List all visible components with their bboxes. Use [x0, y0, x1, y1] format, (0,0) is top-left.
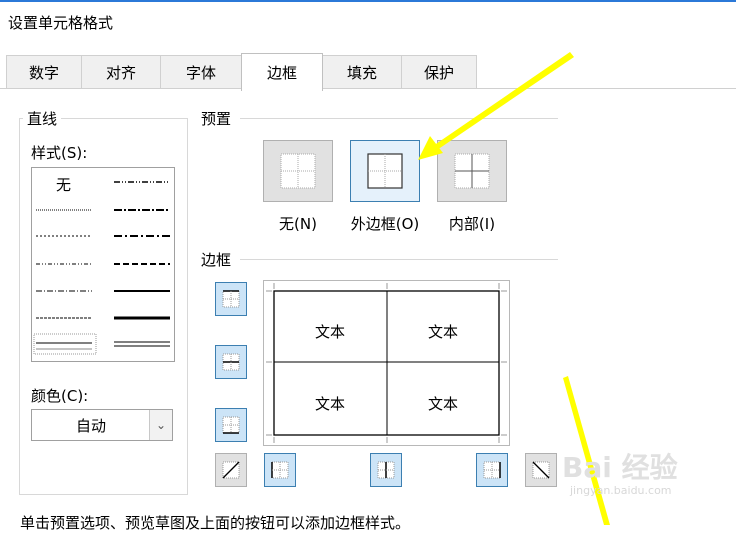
tab-fill[interactable]: 填充: [322, 55, 402, 89]
color-select[interactable]: 自动 ⌄: [31, 409, 173, 441]
watermark-url: jingyan.baidu.com: [570, 484, 672, 497]
border-divider: [240, 259, 558, 260]
color-select-value: 自动: [75, 416, 106, 435]
border-right-icon: [483, 461, 501, 479]
tab-protection[interactable]: 保护: [401, 55, 477, 89]
border-bottom-icon: [222, 416, 240, 434]
diagonal-down-icon: [532, 461, 550, 479]
border-top-button[interactable]: [215, 282, 247, 316]
preset-outline-label: 外边框(O): [350, 215, 420, 233]
border-inside-vertical-button[interactable]: [370, 453, 402, 487]
border-inside-horizontal-icon: [222, 353, 240, 371]
border-preview[interactable]: 文本 文本 文本 文本: [263, 280, 510, 446]
border-top-icon: [222, 290, 240, 308]
watermark-text: Bai 经验: [562, 451, 678, 484]
preset-none-button[interactable]: [263, 140, 333, 202]
tab-bar: 数字 对齐 字体 边框 填充 保护: [0, 53, 736, 91]
style-label: 样式(S):: [31, 142, 87, 163]
preview-grid[interactable]: [264, 281, 509, 445]
border-right-button[interactable]: [476, 453, 508, 487]
line-group-label: 直线: [23, 108, 62, 129]
preview-cell-text: 文本: [427, 395, 458, 413]
preview-cell-text: 文本: [427, 323, 458, 341]
line-style-samples[interactable]: [32, 168, 174, 361]
tab-alignment[interactable]: 对齐: [81, 55, 161, 89]
preset-none-icon: [280, 153, 316, 189]
border-inside-vertical-icon: [377, 461, 395, 479]
hint-text: 单击预置选项、预览草图及上面的按钮可以添加边框样式。: [20, 514, 411, 532]
color-label: 颜色(C):: [31, 387, 89, 405]
preview-cell-text: 文本: [314, 395, 345, 413]
border-diagonal-up-button[interactable]: [215, 453, 247, 487]
preset-outline-button[interactable]: [350, 140, 420, 202]
presets-divider: [240, 118, 558, 119]
diagonal-up-icon: [222, 461, 240, 479]
preset-outline-icon: [367, 153, 403, 189]
border-group-label: 边框: [197, 249, 236, 270]
preview-cell-text: 文本: [314, 323, 345, 341]
style-label-text: 样式(S):: [31, 144, 88, 162]
watermark-logo: Bai 经验: [562, 446, 678, 486]
preset-inside-icon: [454, 153, 490, 189]
border-inside-horizontal-button[interactable]: [215, 345, 247, 379]
chevron-down-icon[interactable]: ⌄: [149, 410, 172, 440]
tab-border[interactable]: 边框: [241, 53, 323, 91]
border-bottom-button[interactable]: [215, 408, 247, 442]
presets-label: 预置: [197, 108, 236, 129]
border-left-icon: [271, 461, 289, 479]
border-left-button[interactable]: [264, 453, 296, 487]
preset-none-label: 无(N): [279, 215, 317, 233]
border-diagonal-down-button[interactable]: [525, 453, 557, 487]
tab-number[interactable]: 数字: [6, 55, 82, 89]
window-top-accent: [0, 0, 736, 2]
dialog-title: 设置单元格格式: [8, 14, 114, 32]
preset-inside-label: 内部(I): [448, 215, 496, 233]
preset-inside-button[interactable]: [437, 140, 507, 202]
tab-font[interactable]: 字体: [160, 55, 242, 89]
line-style-list[interactable]: 无: [31, 167, 175, 362]
